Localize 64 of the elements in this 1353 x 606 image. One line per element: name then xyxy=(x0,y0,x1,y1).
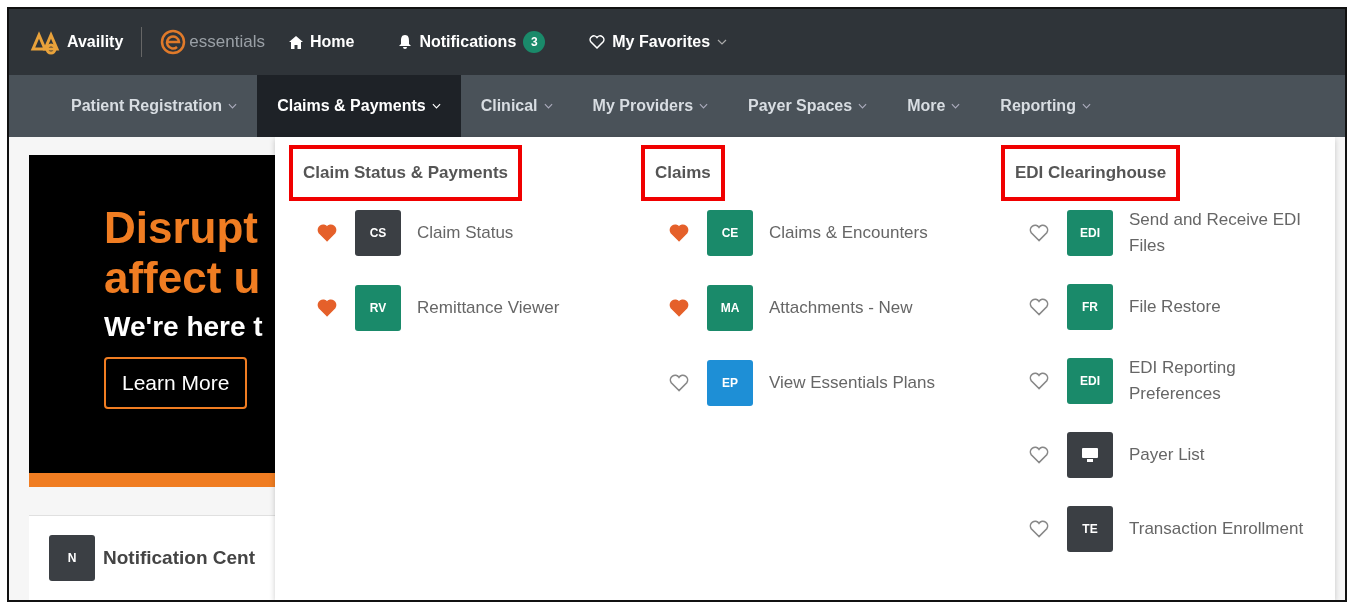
menu-link[interactable]: Send and Receive EDI Files xyxy=(1129,207,1329,259)
nav-tab[interactable]: Claims & Payments xyxy=(257,75,461,137)
section-heading: Claim Status & Payments xyxy=(289,145,522,201)
app-tile[interactable]: FR xyxy=(1067,284,1113,330)
caret-icon xyxy=(543,103,553,109)
app-tile[interactable]: CE xyxy=(707,210,753,256)
menu-link[interactable]: Payer List xyxy=(1129,442,1205,468)
favorite-heart-icon[interactable] xyxy=(1029,298,1049,316)
caret-icon xyxy=(228,103,238,109)
notification-title: Notification Cent xyxy=(103,547,255,570)
nav-tab[interactable]: Patient Registration xyxy=(51,75,258,137)
favorite-heart-icon[interactable] xyxy=(317,224,337,242)
favorite-heart-icon[interactable] xyxy=(1029,520,1049,538)
section-heading: EDI Clearinghouse xyxy=(1001,145,1181,201)
app-tile[interactable]: MA xyxy=(707,285,753,331)
favorite-heart-icon[interactable] xyxy=(669,224,689,242)
app-tile[interactable]: CS xyxy=(355,210,401,256)
nav-tab[interactable]: My Providers xyxy=(572,75,729,137)
favorite-heart-icon[interactable] xyxy=(1029,372,1049,390)
favorite-heart-icon[interactable] xyxy=(669,374,689,392)
caret-icon xyxy=(951,103,961,109)
caret-icon xyxy=(717,39,728,45)
banner-headline: Disrupt affect u xyxy=(104,203,261,303)
app-tile[interactable]: EDI xyxy=(1067,210,1113,256)
banner-subtitle: We're here t xyxy=(104,311,263,343)
top-link[interactable]: Home xyxy=(288,33,355,51)
menu-link[interactable]: Claim Status xyxy=(417,220,514,246)
caret-icon xyxy=(858,103,868,109)
menu-link[interactable]: Claims & Encounters xyxy=(769,220,928,246)
heart-icon xyxy=(589,35,606,49)
favorite-heart-icon[interactable] xyxy=(669,299,689,317)
monitor-icon xyxy=(1081,447,1099,463)
menu-link[interactable]: View Essentials Plans xyxy=(769,370,935,396)
nav-tab[interactable]: More xyxy=(887,75,981,137)
caret-icon xyxy=(431,103,441,109)
nav-tab[interactable]: Reporting xyxy=(980,75,1111,137)
app-tile[interactable]: RV xyxy=(355,285,401,331)
notification-tile: N xyxy=(49,535,95,582)
caret-icon xyxy=(1081,103,1091,109)
menu-link[interactable]: Remittance Viewer xyxy=(417,295,560,321)
home-icon xyxy=(288,35,303,49)
learn-more-button[interactable]: Learn More xyxy=(104,357,248,409)
menu-link[interactable]: File Restore xyxy=(1129,294,1221,320)
favorite-heart-icon[interactable] xyxy=(1029,224,1049,242)
brand-link[interactable]: Availity xyxy=(29,29,124,55)
nav-tab[interactable]: Payer Spaces xyxy=(728,75,888,137)
app-tile[interactable] xyxy=(1067,432,1113,478)
section-heading: Claims xyxy=(641,145,725,201)
top-link[interactable]: My Favorites xyxy=(589,33,728,51)
menu-link[interactable]: Attachments - New xyxy=(769,295,913,321)
menu-link[interactable]: EDI Reporting Preferences xyxy=(1129,355,1329,407)
menu-link[interactable]: Transaction Enrollment xyxy=(1129,516,1304,542)
app-tile[interactable]: EDI xyxy=(1067,358,1113,404)
top-link[interactable]: Notifications 3 xyxy=(398,31,546,53)
favorite-heart-icon[interactable] xyxy=(1029,446,1049,464)
bell-icon xyxy=(398,34,413,50)
app-tile[interactable]: EP xyxy=(707,360,753,406)
product-link[interactable]: essentials xyxy=(160,29,265,55)
app-tile[interactable]: TE xyxy=(1067,506,1113,552)
product-logo-icon xyxy=(160,29,187,55)
count-badge: 3 xyxy=(523,31,546,53)
favorite-heart-icon[interactable] xyxy=(317,299,337,317)
nav-tab[interactable]: Clinical xyxy=(460,75,573,137)
caret-icon xyxy=(699,103,709,109)
